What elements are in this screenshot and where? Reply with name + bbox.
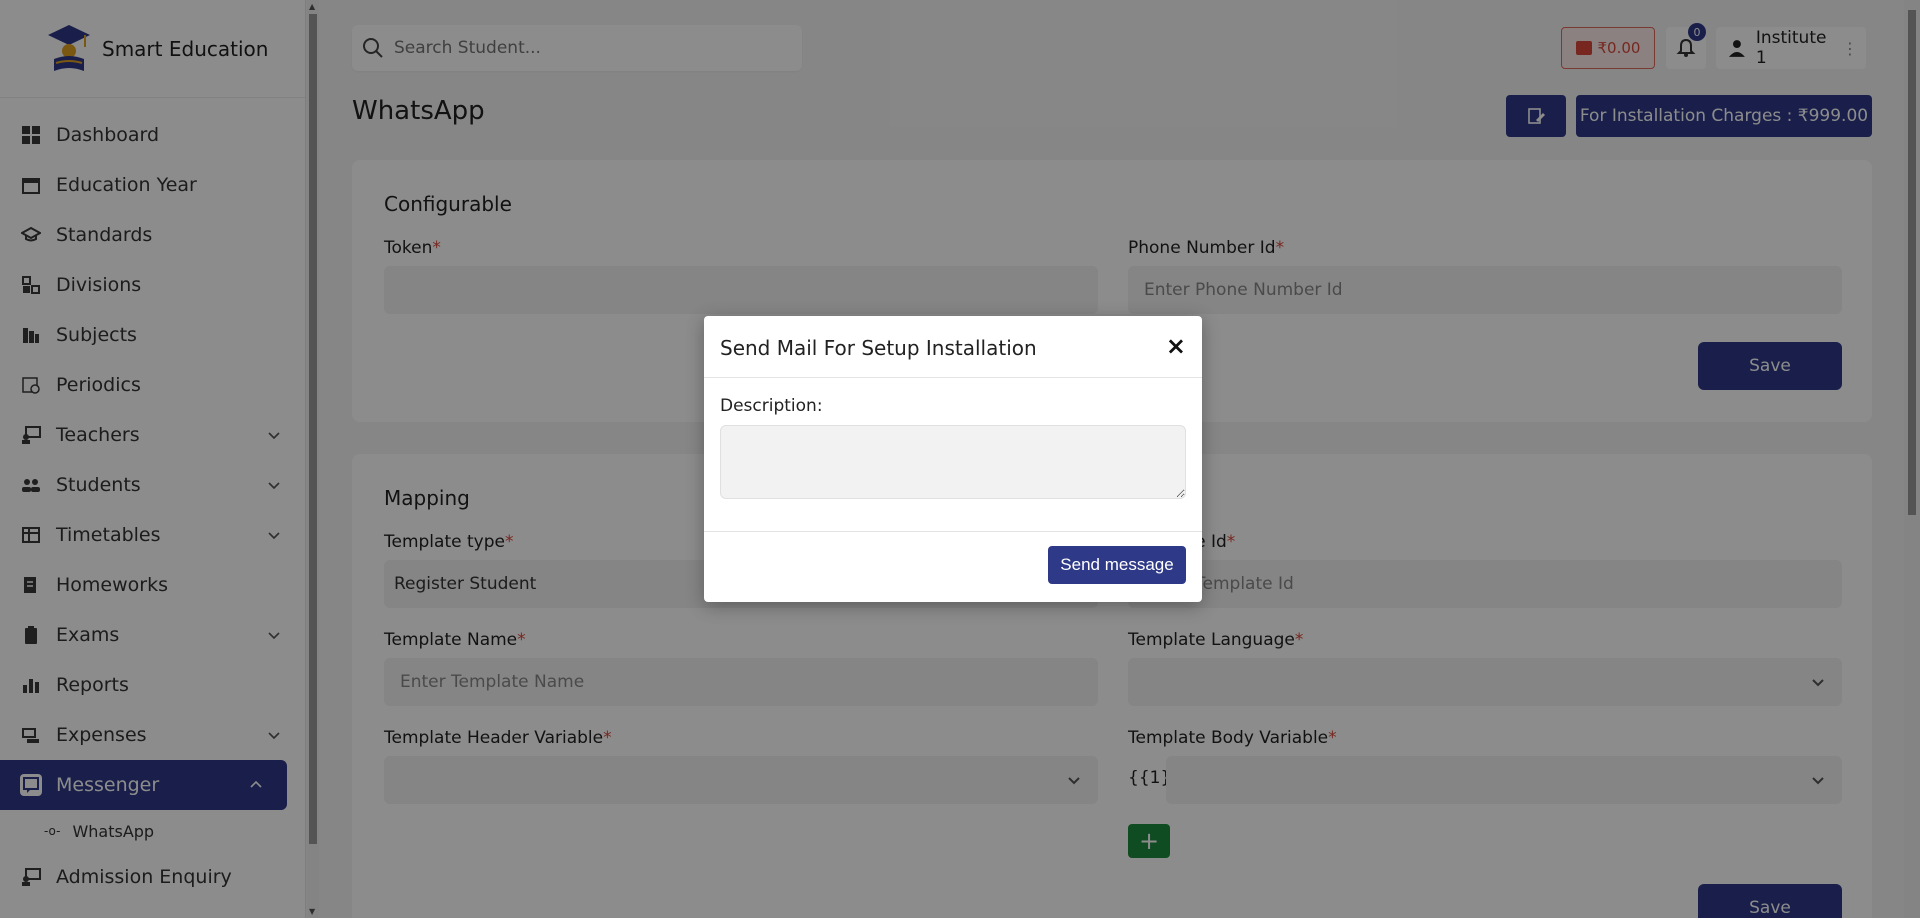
setup-installation-modal: Send Mail For Setup Installation × Descr… [704, 316, 1202, 602]
description-label: Description: [720, 396, 823, 416]
modal-header: Send Mail For Setup Installation × [704, 316, 1202, 378]
description-textarea[interactable] [720, 425, 1186, 499]
close-icon[interactable]: × [1166, 334, 1186, 358]
modal-body: Description: [704, 378, 1202, 532]
modal-title: Send Mail For Setup Installation [720, 336, 1037, 360]
send-message-button[interactable]: Send message [1048, 546, 1186, 584]
